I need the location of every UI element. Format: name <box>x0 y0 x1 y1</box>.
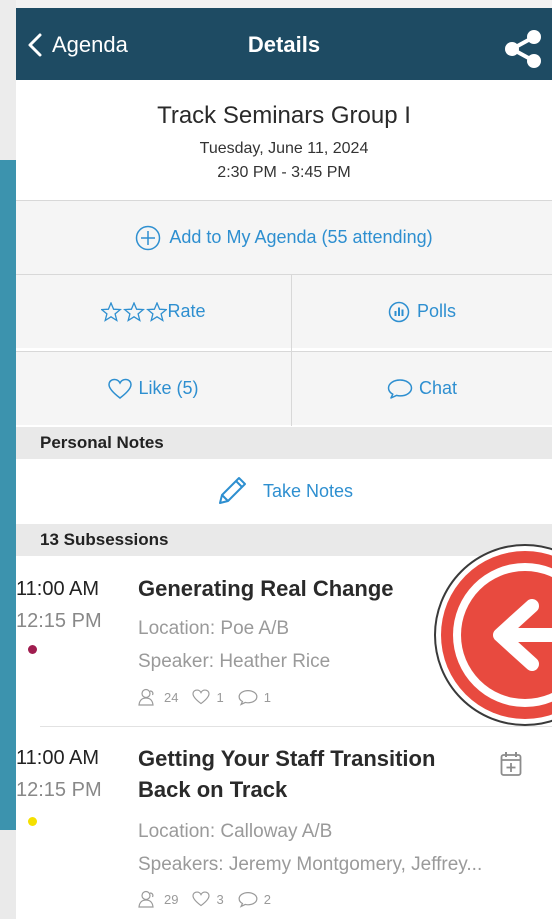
comment-icon <box>238 689 258 706</box>
rate-label: Rate <box>167 301 206 321</box>
heart-icon <box>192 689 211 705</box>
share-icon[interactable] <box>500 26 546 72</box>
track-color-dot <box>28 817 37 826</box>
attendee-count: 24 <box>164 689 179 705</box>
polls-label: Polls <box>416 301 456 321</box>
chat-label: Chat <box>418 378 458 398</box>
add-to-agenda-button[interactable]: Add to My Agenda (55 attending) <box>16 200 552 275</box>
nav-bar: Agenda Details <box>16 8 552 80</box>
background-teal-strip <box>0 160 16 830</box>
page-title: Details <box>247 32 321 57</box>
event-time: 2:30 PM - 3:45 PM <box>217 164 351 181</box>
rate-button[interactable]: Rate <box>16 275 291 348</box>
session-row[interactable]: 11:00 AM 12:15 PM Getting Your Staff Tra… <box>16 727 552 919</box>
chat-button[interactable]: Chat <box>292 352 552 425</box>
like-count: 3 <box>216 891 224 907</box>
session-title-line2: Back on Track <box>138 777 288 802</box>
session-speaker: Speaker: Heather Rice <box>138 651 331 672</box>
session-title: Generating Real Change <box>138 576 394 601</box>
track-color-dot <box>28 645 37 654</box>
take-notes-label: Take Notes <box>262 480 354 501</box>
heart-icon <box>192 891 211 907</box>
comment-count: 2 <box>263 891 271 907</box>
attendees-icon <box>138 890 154 908</box>
personal-notes-header: Personal Notes <box>16 427 552 459</box>
pencil-icon <box>218 477 246 504</box>
attendees-icon <box>138 688 154 706</box>
heart-icon <box>108 378 133 399</box>
like-count: 1 <box>216 689 224 705</box>
event-title: Track Seminars Group I <box>157 102 411 129</box>
session-end-time: 12:15 PM <box>16 779 102 801</box>
stars-icon <box>101 301 168 322</box>
attendee-count: 29 <box>164 891 179 907</box>
details-panel: Agenda Details Track Seminars Group I Tu… <box>16 8 552 919</box>
session-title: Getting Your Staff Transition <box>138 746 436 771</box>
polls-button[interactable]: Polls <box>292 275 552 348</box>
session-location: Location: Poe A/B <box>138 618 290 639</box>
session-speaker: Speakers: Jeremy Montgomery, Jeffrey... <box>138 854 483 875</box>
like-label: Like (5) <box>138 378 199 398</box>
take-notes-button[interactable]: Take Notes <box>16 459 552 523</box>
like-button[interactable]: Like (5) <box>16 352 291 425</box>
session-stats: 24 1 1 <box>138 688 285 706</box>
session-start-time: 11:00 AM <box>16 747 100 769</box>
calendar-add-icon[interactable] <box>500 751 522 777</box>
session-stats: 29 3 2 <box>138 890 285 908</box>
event-date: Tuesday, June 11, 2024 <box>199 140 369 157</box>
session-location: Location: Calloway A/B <box>138 821 333 842</box>
add-to-agenda-label: Add to My Agenda (55 attending) <box>169 227 433 247</box>
chat-bubble-icon <box>387 378 413 399</box>
poll-icon <box>388 301 410 322</box>
comment-icon <box>238 891 258 908</box>
session-start-time: 11:00 AM <box>16 578 100 600</box>
comment-count: 1 <box>263 689 271 705</box>
background-bottom <box>0 830 16 919</box>
left-arrow-overlay-icon <box>434 544 552 726</box>
grid-vertical-divider <box>291 274 292 426</box>
event-header: Track Seminars Group I Tuesday, June 11,… <box>16 80 552 200</box>
plus-circle-icon <box>136 225 161 250</box>
session-end-time: 12:15 PM <box>16 610 102 632</box>
